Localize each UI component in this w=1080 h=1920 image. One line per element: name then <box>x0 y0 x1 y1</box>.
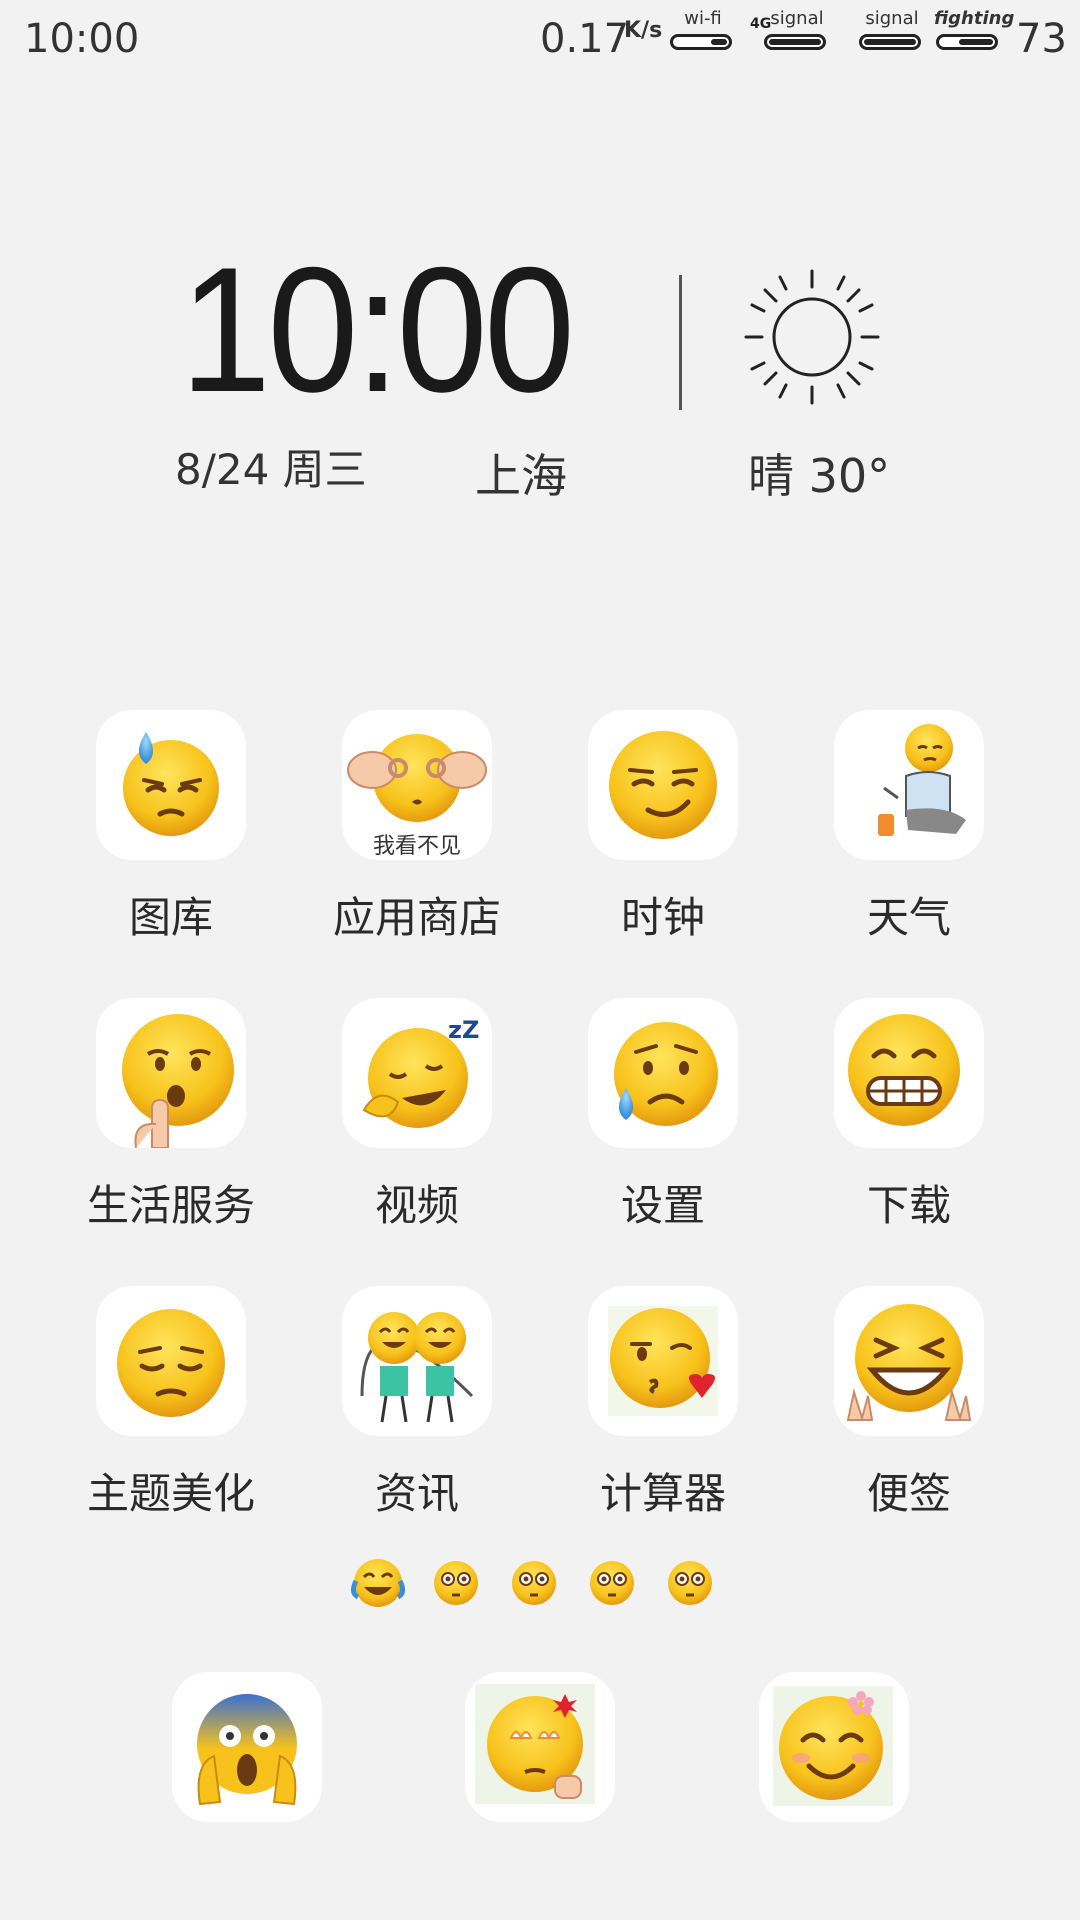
fired-up-face-icon[interactable] <box>465 1672 615 1822</box>
flushed-face-icon[interactable] <box>428 1555 484 1611</box>
hands-over-eyes-face-icon[interactable]: 我看不见 <box>342 710 492 860</box>
fighting-strength-bar <box>936 34 998 50</box>
flushed-face-icon[interactable] <box>584 1555 640 1611</box>
flushed-face-icon[interactable] <box>662 1555 718 1611</box>
status-bar: 10:00 0.17 K/s wi-fi 4G signal signal fi… <box>0 0 1080 80</box>
pensive-face-icon[interactable] <box>96 1286 246 1436</box>
svg-text:zZ: zZ <box>448 1016 479 1044</box>
page-indicator[interactable] <box>350 1555 730 1615</box>
app-clock[interactable]: 时钟 <box>540 710 786 942</box>
app-label-life-services: 生活服务 <box>86 1181 255 1230</box>
dock-app-1[interactable] <box>172 1672 322 1822</box>
wifi-indicator: wi-fi <box>668 8 738 58</box>
widget-city: 上海 <box>475 449 567 503</box>
app-label-downloads: 下载 <box>866 1181 951 1230</box>
tears-of-joy-icon[interactable] <box>350 1555 406 1611</box>
smirk-face-icon[interactable] <box>588 710 738 860</box>
battery-level: 73 <box>1016 16 1067 62</box>
app-label-clock: 时钟 <box>620 893 705 942</box>
widget-clock-time[interactable]: 10:00 <box>180 240 585 420</box>
app-themes[interactable]: 主题美化 <box>48 1286 294 1518</box>
sleepy-laugh-face-icon[interactable]: zZ <box>342 998 492 1148</box>
app-weather[interactable]: 天气 <box>786 710 1032 942</box>
fighting-indicator: fighting <box>934 8 1015 58</box>
signal-2-label: signal <box>865 8 919 29</box>
app-news[interactable]: 资讯 <box>294 1286 540 1518</box>
app-life-services[interactable]: 生活服务 <box>48 998 294 1230</box>
laughing-peace-face-icon[interactable] <box>834 1286 984 1436</box>
signal-indicator-1: signal <box>762 8 832 58</box>
smiling-flower-face-icon[interactable] <box>759 1672 909 1822</box>
dock-app-3[interactable] <box>759 1672 909 1822</box>
app-label-weather: 天气 <box>866 893 951 942</box>
app-settings[interactable]: 设置 <box>540 998 786 1230</box>
network-speed-unit: K/s <box>624 18 663 43</box>
dock-app-2[interactable] <box>465 1672 615 1822</box>
sitting-sad-person-icon[interactable] <box>834 710 984 860</box>
sun-icon[interactable] <box>740 265 885 410</box>
shush-face-icon[interactable] <box>96 998 246 1148</box>
status-time: 10:00 <box>24 16 140 62</box>
app-label-settings: 设置 <box>620 1181 705 1230</box>
app-label-news: 资讯 <box>374 1469 459 1518</box>
fighting-label: fighting <box>934 8 1015 29</box>
app-label-themes: 主题美化 <box>86 1469 255 1518</box>
kiss-heart-face-icon[interactable] <box>588 1286 738 1436</box>
wifi-label: wi-fi <box>684 8 722 29</box>
signal-2-strength-bar <box>859 34 921 50</box>
widget-weather-text: 晴 30° <box>748 449 891 503</box>
grimace-face-icon[interactable] <box>834 998 984 1148</box>
app-label-gallery: 图库 <box>128 893 213 942</box>
widget-date: 8/24 周三 <box>175 445 367 494</box>
app-notes[interactable]: 便签 <box>786 1286 1032 1518</box>
signal-1-strength-bar <box>764 34 826 50</box>
app-downloads[interactable]: 下载 <box>786 998 1032 1230</box>
widget-divider <box>679 275 682 410</box>
app-gallery[interactable]: 图库 <box>48 710 294 942</box>
signal-indicator-2: signal <box>857 8 927 58</box>
app-label-notes: 便签 <box>866 1469 951 1518</box>
worried-sweat-face-icon[interactable] <box>588 998 738 1148</box>
app-label-app-store: 应用商店 <box>332 893 501 942</box>
screaming-face-icon[interactable] <box>172 1672 322 1822</box>
app-calculator[interactable]: 计算器 <box>540 1286 786 1518</box>
sweat-downcast-face-icon[interactable] <box>96 710 246 860</box>
jump-rope-kids-icon[interactable] <box>342 1286 492 1436</box>
app-video[interactable]: zZ 视频 <box>294 998 540 1230</box>
app-label-video: 视频 <box>374 1181 459 1230</box>
app-store-icon-caption: 我看不见 <box>372 834 461 859</box>
wifi-strength-bar <box>670 34 732 50</box>
app-store[interactable]: 我看不见 应用商店 <box>294 710 540 942</box>
signal-1-label: signal <box>770 8 824 29</box>
network-speed: 0.17 <box>540 16 630 62</box>
app-label-calculator: 计算器 <box>599 1469 726 1518</box>
flushed-face-icon[interactable] <box>506 1555 562 1611</box>
